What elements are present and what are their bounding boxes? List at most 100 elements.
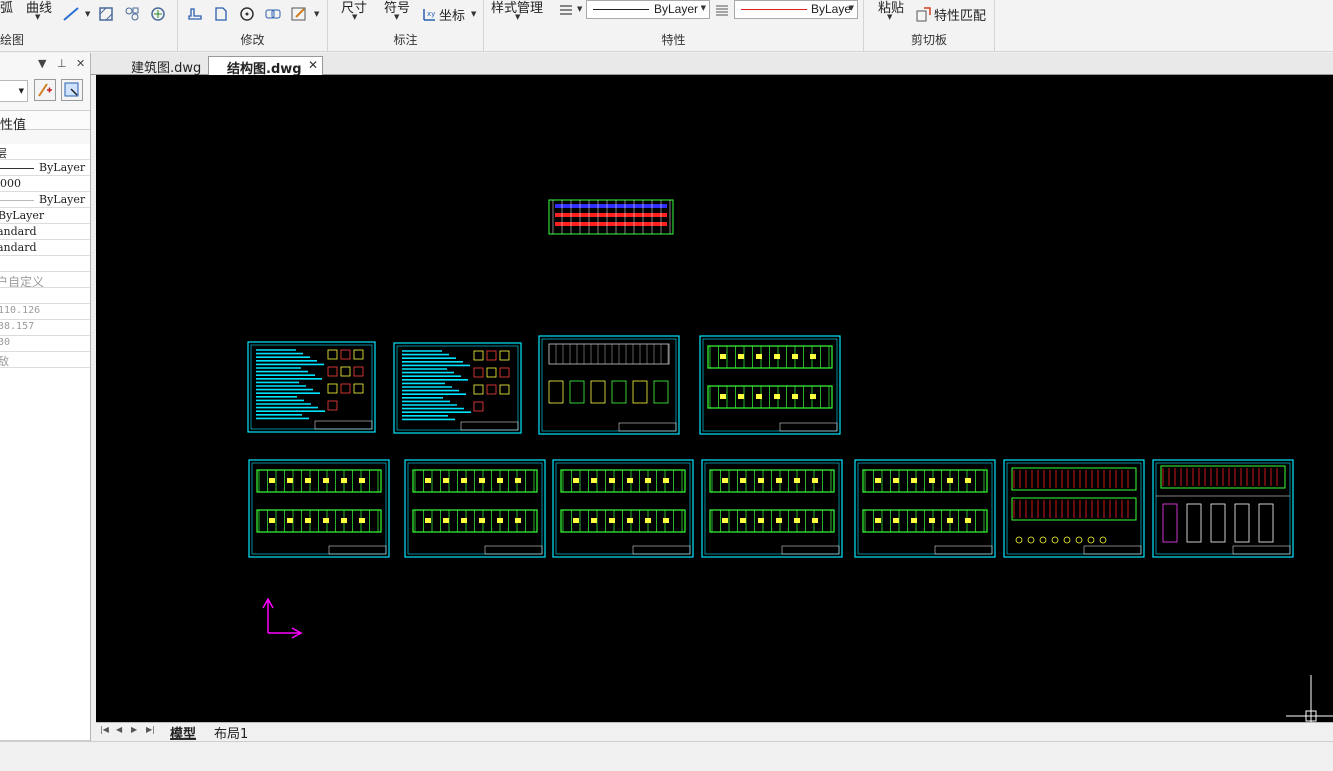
title-block	[781, 545, 840, 555]
first-layout-icon[interactable]: |◀	[100, 725, 109, 734]
prop-row-empty-2[interactable]	[0, 288, 90, 304]
prop-row-textstyle[interactable]: andard	[0, 224, 90, 240]
rotate-icon[interactable]	[238, 5, 256, 23]
match-properties-button[interactable]: 特性匹配	[934, 5, 986, 24]
lineweight-icon[interactable]	[713, 1, 731, 19]
pin-icon[interactable]: ⊥	[57, 57, 67, 70]
properties-panel: ▼ ⊥ ✕ ▼ 性值 层 ByLayer 000 ByLayer ByLayer…	[0, 53, 91, 741]
line-icon[interactable]	[62, 5, 80, 23]
beam-label	[965, 478, 971, 483]
drawing-sheet-7	[552, 459, 694, 558]
edit-icon[interactable]	[290, 5, 308, 23]
copy-icon[interactable]	[212, 5, 230, 23]
beam-label	[269, 518, 275, 523]
beam-label	[609, 478, 615, 483]
panel-close-icon[interactable]: ✕	[76, 57, 85, 70]
sheet-inner-border	[541, 338, 677, 432]
beam-label	[947, 478, 953, 483]
prop-row-linetype[interactable]: ByLayer	[0, 160, 90, 176]
detail-mark	[486, 367, 497, 378]
detail-mark	[327, 383, 338, 394]
block-icon[interactable]	[123, 5, 141, 23]
detail-mark	[499, 350, 510, 361]
tab-architecture-dwg[interactable]: 建筑图.dwg	[115, 56, 211, 76]
linetype-value: ByLayer	[654, 2, 699, 16]
paste-dropdown-icon[interactable]: ▼	[887, 13, 892, 21]
sheet-inner-border	[251, 462, 387, 555]
coordinate-icon[interactable]: xy	[420, 5, 438, 23]
beam-label	[774, 394, 780, 399]
prop-row-lineweight[interactable]: ByLayer	[0, 192, 90, 208]
style-manager-dropdown-icon[interactable]: ▼	[515, 13, 520, 21]
color-select[interactable]: ByLaye ▼	[734, 0, 858, 19]
object-type-dropdown-icon: ▼	[18, 87, 24, 95]
drawing-canvas[interactable]	[96, 75, 1333, 722]
insert-icon[interactable]	[149, 5, 167, 23]
prop-row-plotstyle[interactable]: ByLayer	[0, 208, 90, 224]
array-icon[interactable]	[264, 5, 282, 23]
beam-label	[810, 354, 816, 359]
prop-row-center-y[interactable]: 38.157	[0, 320, 90, 336]
detail-mark	[353, 383, 364, 394]
detail-mark	[473, 367, 484, 378]
tab-close-icon[interactable]: ✕	[308, 58, 318, 72]
beam-label	[911, 478, 917, 483]
detail-mark	[353, 349, 364, 360]
object-type-select[interactable]: ▼	[0, 80, 28, 102]
dimension-dropdown-icon[interactable]: ▼	[352, 13, 357, 21]
document-tab-bar: 建筑图.dwg 结构图.dwg ✕	[91, 53, 1333, 77]
toggle-pickadd-button[interactable]	[34, 79, 56, 101]
prop-row-layer[interactable]: 层	[0, 144, 90, 160]
line-dropdown-icon[interactable]: ▼	[85, 10, 90, 18]
tab-layout1[interactable]: 布局1	[214, 723, 248, 742]
hatch-icon[interactable]	[97, 5, 115, 23]
beam-label	[287, 518, 293, 523]
elevation-band	[555, 222, 667, 226]
coordinate-dropdown-icon[interactable]: ▼	[471, 10, 476, 18]
list-icon[interactable]	[557, 1, 575, 19]
drawing-sheet-6	[404, 459, 546, 558]
arc-button[interactable]: 弧	[0, 0, 13, 16]
drawing-svg	[247, 199, 1333, 722]
ribbon-group-clipboard: 粘贴 ▼ 特性匹配 剪切板	[864, 0, 995, 52]
symbol-dropdown-icon[interactable]: ▼	[394, 13, 399, 21]
next-layout-icon[interactable]: ▶	[131, 725, 137, 734]
coordinate-button[interactable]: 坐标	[439, 5, 465, 24]
sheet-inner-border	[555, 462, 691, 555]
beam-label	[479, 478, 485, 483]
detail-mark	[1051, 536, 1059, 544]
curve-dropdown-icon[interactable]: ▼	[35, 13, 40, 21]
stretch-icon[interactable]	[186, 5, 204, 23]
prop-row-dimstyle[interactable]: andard	[0, 240, 90, 256]
sheet-inner-border	[407, 462, 543, 555]
prop-row-misc[interactable]: 敌	[0, 352, 90, 368]
prop-row-center-z[interactable]: 30	[0, 336, 90, 352]
list-dropdown-icon[interactable]: ▼	[577, 5, 582, 13]
prop-row-ucs[interactable]: 户自定义	[0, 272, 90, 288]
last-layout-icon[interactable]: ▶|	[146, 725, 155, 734]
tab-model[interactable]: 模型	[170, 723, 197, 742]
beam-label	[738, 394, 744, 399]
linetype-select[interactable]: ByLayer ▼	[586, 0, 710, 19]
beam-label	[305, 518, 311, 523]
quick-select-button[interactable]	[61, 79, 83, 101]
match-properties-icon[interactable]	[915, 5, 933, 23]
beam-label	[359, 518, 365, 523]
detail-mark	[473, 384, 484, 395]
prop-row-scale[interactable]: 000	[0, 176, 90, 192]
edit-dropdown-icon[interactable]: ▼	[314, 10, 319, 18]
prop-row-center-x[interactable]: 110.126	[0, 304, 90, 320]
drawing-sheet-9	[854, 459, 996, 558]
elevation-band	[555, 213, 667, 217]
prev-layout-icon[interactable]: ◀	[116, 725, 122, 734]
section-detail	[1162, 503, 1178, 543]
beam-label	[497, 478, 503, 483]
modify-group-label: 修改	[240, 33, 265, 47]
prop-row-empty-1[interactable]	[0, 256, 90, 272]
beam-label	[425, 518, 431, 523]
title-block	[779, 422, 838, 432]
beam-label	[663, 518, 669, 523]
panel-menu-icon[interactable]: ▼	[38, 57, 46, 70]
beam-label	[722, 478, 728, 483]
tab-structure-dwg[interactable]: 结构图.dwg ✕	[208, 56, 323, 77]
